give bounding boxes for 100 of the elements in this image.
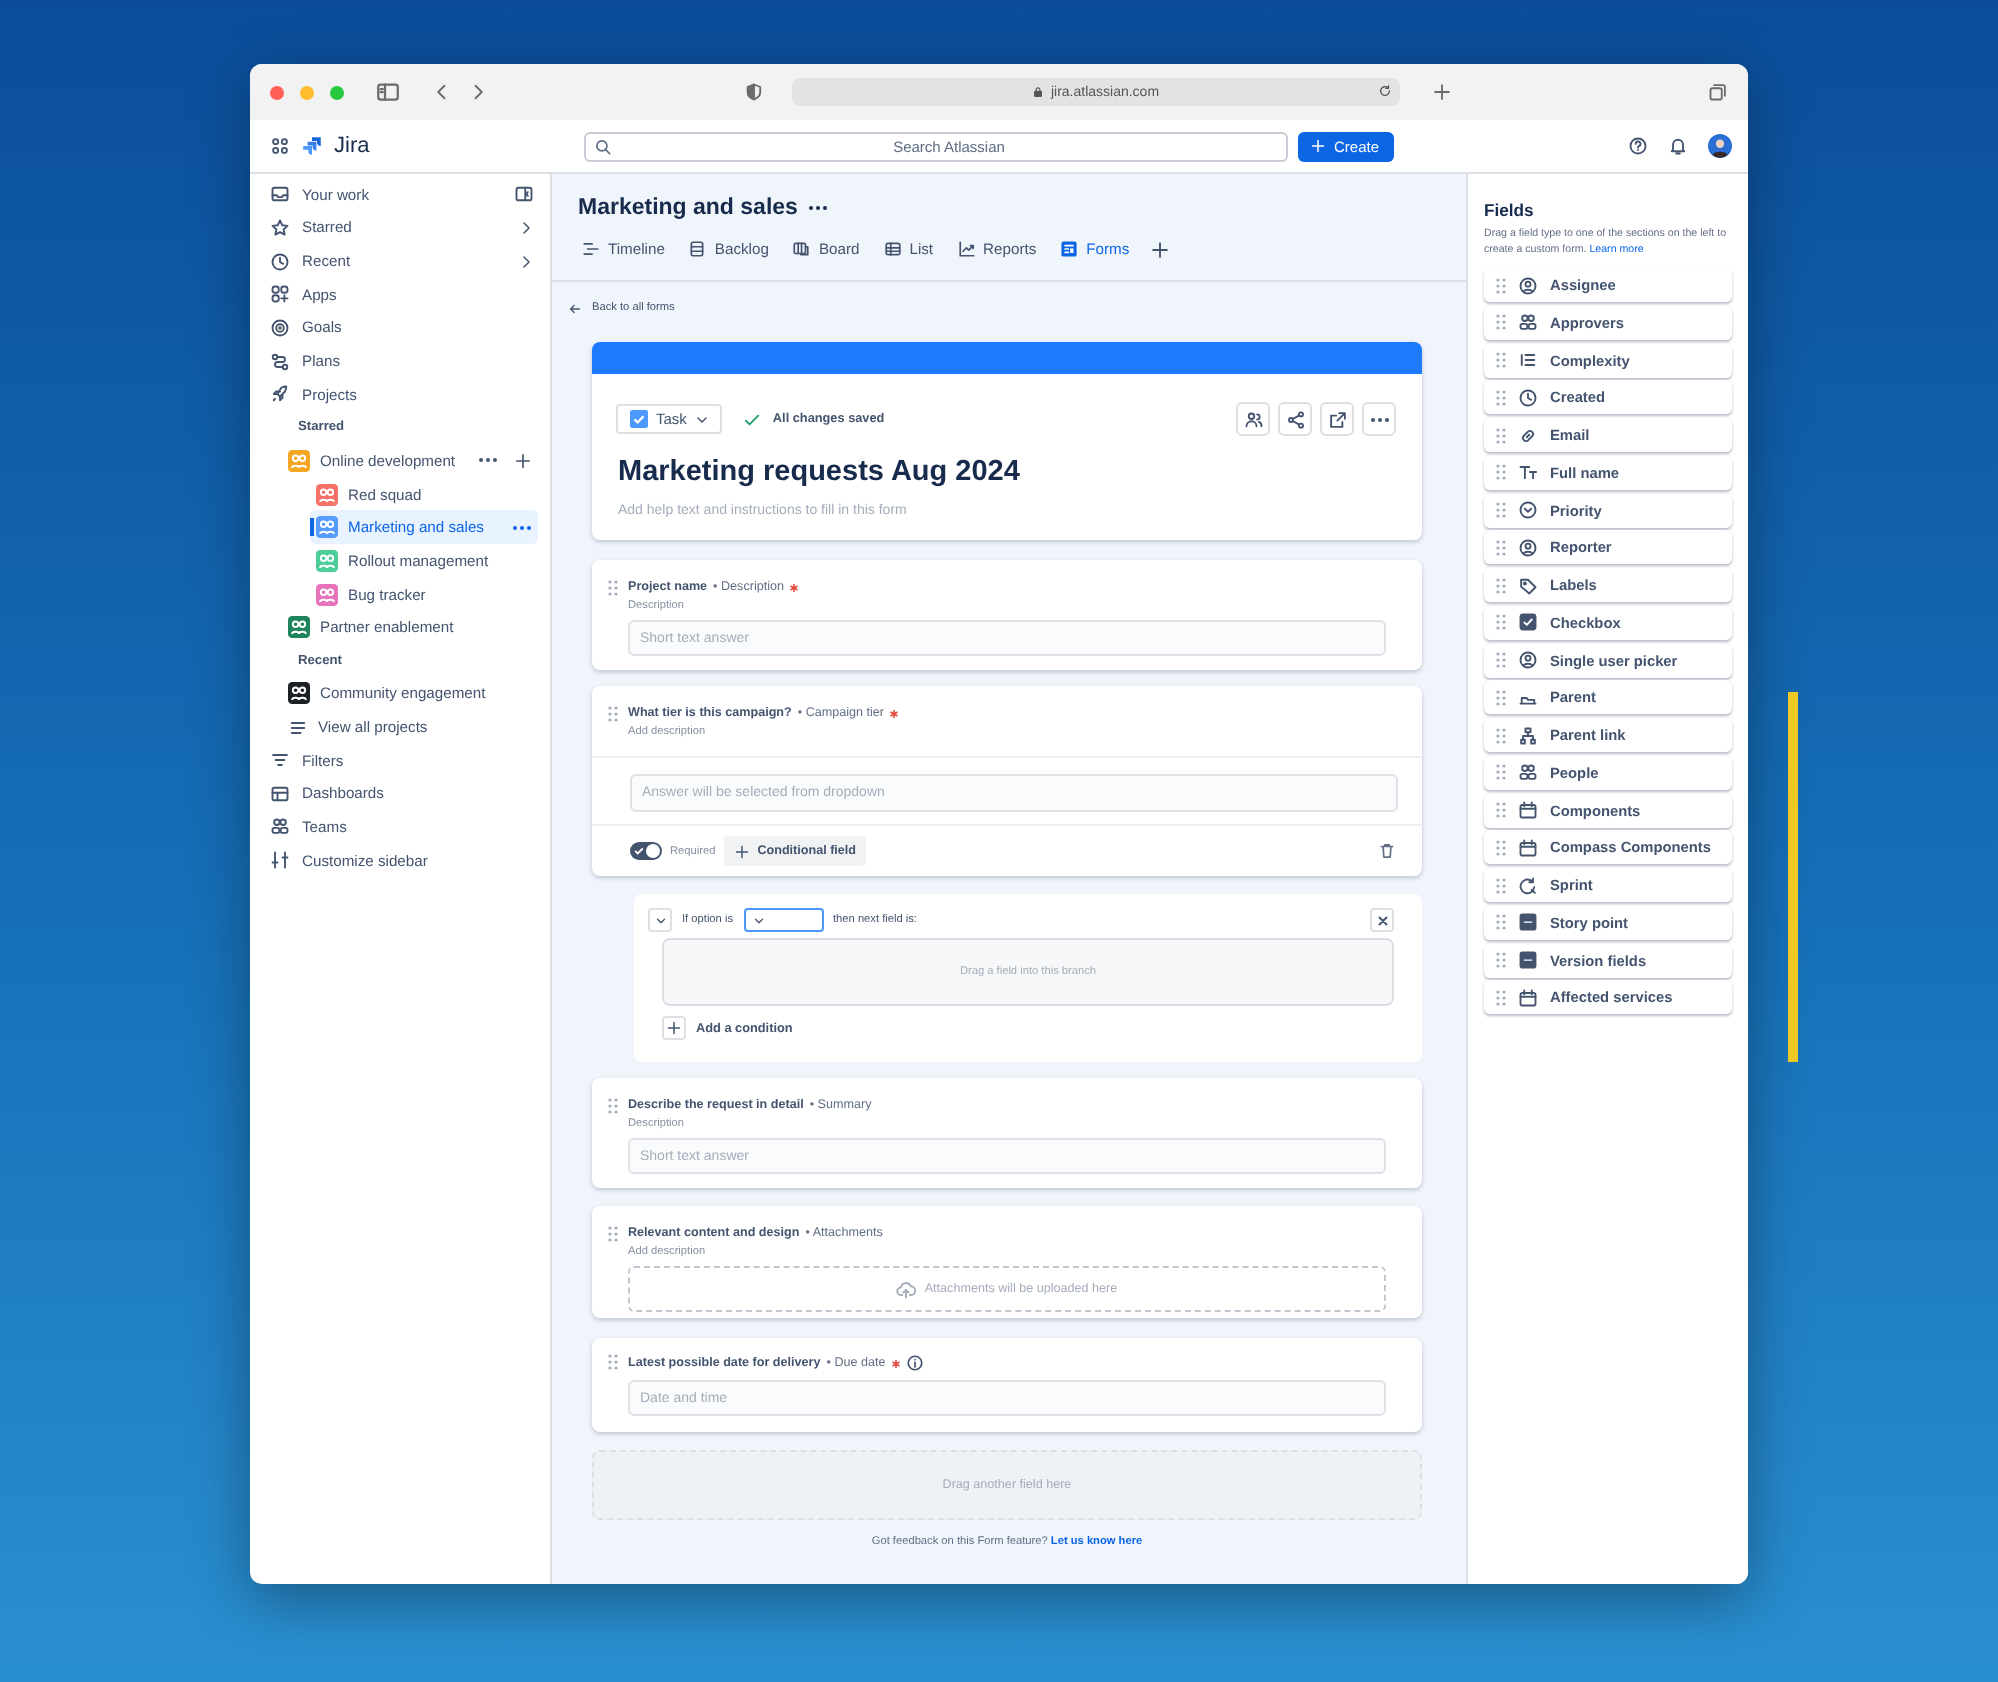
drag-handle-icon[interactable] xyxy=(1496,277,1506,293)
chart-icon xyxy=(957,240,976,258)
drag-handle-icon[interactable] xyxy=(1496,614,1506,631)
drag-handle-icon[interactable] xyxy=(1496,539,1506,556)
drag-handle-icon[interactable] xyxy=(608,1098,618,1114)
drag-handle-icon[interactable] xyxy=(1496,802,1506,818)
panel-title: Fields xyxy=(1484,200,1536,220)
delete-icon[interactable] xyxy=(1378,842,1396,860)
zoom-window-button[interactable] xyxy=(330,85,344,99)
option-select[interactable] xyxy=(743,908,823,932)
drag-handle-icon[interactable] xyxy=(1496,314,1506,331)
check-icon xyxy=(742,409,763,429)
people-icon xyxy=(1518,312,1538,333)
drag-handle-icon[interactable] xyxy=(1496,914,1506,931)
drag-handle-icon[interactable] xyxy=(1496,689,1506,706)
dashboard-icon xyxy=(270,783,290,804)
people-button[interactable] xyxy=(1236,402,1270,436)
upload-icon xyxy=(896,1279,917,1299)
target-icon xyxy=(270,317,290,338)
drag-handle-icon[interactable] xyxy=(1496,502,1506,518)
drag-handle-icon[interactable] xyxy=(608,1354,618,1370)
text-type-icon xyxy=(1518,462,1538,483)
add-icon[interactable] xyxy=(514,451,532,470)
panel-icon[interactable] xyxy=(514,184,534,205)
hierarchy-icon xyxy=(1518,725,1538,745)
more-icon[interactable] xyxy=(807,204,828,212)
user-icon xyxy=(1518,650,1538,670)
calendar-icon xyxy=(1518,987,1538,1008)
shield-icon[interactable] xyxy=(744,82,764,102)
backlog-icon xyxy=(688,240,707,258)
more-button[interactable] xyxy=(1362,402,1396,436)
drag-handle-icon[interactable] xyxy=(1496,389,1506,406)
more-icon[interactable] xyxy=(478,456,498,465)
inbox-icon xyxy=(270,184,290,205)
info-icon xyxy=(905,1354,924,1372)
drag-handle-icon[interactable] xyxy=(1496,839,1506,856)
close-icon xyxy=(1375,913,1389,927)
clock-icon xyxy=(270,251,290,272)
app-switcher-icon[interactable] xyxy=(270,136,290,156)
star-icon xyxy=(270,217,290,238)
drag-handle-icon[interactable] xyxy=(1496,427,1506,443)
plus-icon xyxy=(1310,138,1326,154)
drag-handle-icon[interactable] xyxy=(1496,877,1506,893)
drag-handle-icon[interactable] xyxy=(1496,952,1506,968)
share-icon xyxy=(1285,409,1305,429)
chevron-down-icon xyxy=(653,913,667,927)
more-icon xyxy=(1369,415,1389,423)
add-tab-icon[interactable] xyxy=(1149,239,1170,259)
sprint-icon xyxy=(1518,875,1538,895)
apps-icon xyxy=(270,284,290,305)
drag-handle-icon[interactable] xyxy=(1496,352,1506,368)
new-tab-icon[interactable] xyxy=(1432,82,1452,102)
filter-icon xyxy=(270,750,290,771)
user-icon xyxy=(1518,537,1538,558)
collapse-button[interactable] xyxy=(648,908,672,932)
back-arrow-icon xyxy=(568,301,582,315)
timeline-icon xyxy=(582,240,600,258)
drag-handle-icon[interactable] xyxy=(608,706,618,722)
open-external-button[interactable] xyxy=(1320,402,1354,436)
list-icon xyxy=(288,717,308,738)
link-icon xyxy=(1518,425,1538,445)
plus-icon xyxy=(733,843,750,859)
form-title[interactable]: Marketing requests Aug 2024 xyxy=(618,456,1422,488)
share-button[interactable] xyxy=(1278,402,1312,436)
chevron-circle-icon xyxy=(1518,500,1538,520)
drag-handle-icon[interactable] xyxy=(608,580,618,596)
plus-icon xyxy=(666,1020,682,1036)
help-icon[interactable] xyxy=(1628,136,1648,156)
calendar-icon xyxy=(1518,800,1538,820)
number-icon xyxy=(1518,912,1538,933)
people-icon xyxy=(270,816,290,837)
add-condition-button[interactable] xyxy=(662,1016,686,1040)
people-icon xyxy=(1518,762,1538,783)
drag-handle-icon[interactable] xyxy=(1496,989,1506,1006)
notification-icon[interactable] xyxy=(1668,136,1688,156)
external-link-icon xyxy=(1327,409,1347,429)
drag-handle-icon[interactable] xyxy=(1496,727,1506,743)
project-title: Marketing and sales xyxy=(578,196,798,220)
close-button[interactable] xyxy=(1370,908,1394,932)
close-window-button[interactable] xyxy=(270,85,284,99)
lock-icon xyxy=(1032,86,1045,98)
chevron-down-icon xyxy=(694,411,711,427)
sidebar-toggle-icon[interactable] xyxy=(376,80,400,104)
plans-icon xyxy=(270,351,290,372)
sliders-icon xyxy=(270,850,290,871)
chevron-down-icon xyxy=(751,913,765,927)
required-toggle[interactable] xyxy=(630,842,662,860)
drag-handle-icon[interactable] xyxy=(1496,464,1506,481)
drag-handle-icon[interactable] xyxy=(1496,577,1506,593)
tab-overview-icon[interactable] xyxy=(1708,82,1728,102)
user-icon xyxy=(1518,275,1538,295)
list-icon xyxy=(1518,350,1538,370)
drag-handle-icon[interactable] xyxy=(1496,764,1506,781)
product-name[interactable]: Jira xyxy=(334,134,534,158)
avatar-icon[interactable] xyxy=(1708,134,1732,158)
reload-icon[interactable] xyxy=(1378,84,1392,98)
drag-handle-icon[interactable] xyxy=(608,1226,618,1242)
drag-handle-icon[interactable] xyxy=(1496,652,1506,668)
calendar-icon xyxy=(1518,837,1538,858)
logo-icon[interactable] xyxy=(302,136,322,156)
